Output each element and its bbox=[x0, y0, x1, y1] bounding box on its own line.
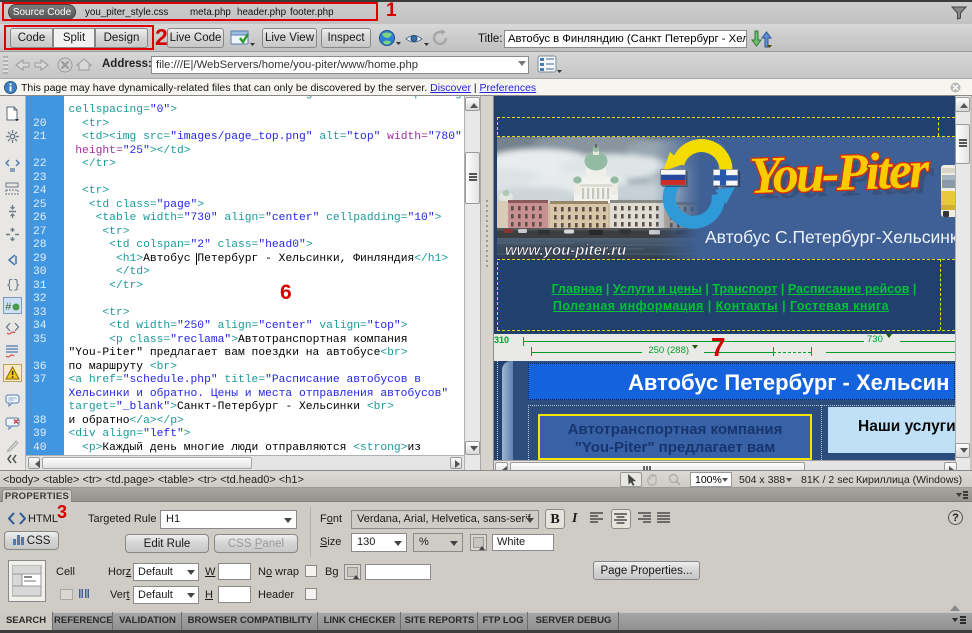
svg-text:www.you-piter.ru: www.you-piter.ru bbox=[505, 242, 626, 259]
svg-text:You-Piter: You-Piter bbox=[748, 142, 931, 205]
svg-text:{}: {} bbox=[6, 278, 20, 291]
svg-text:Автобус С.Петербург-Хельсинки: Автобус С.Петербург-Хельсинки bbox=[705, 227, 955, 247]
svg-text:#: # bbox=[5, 302, 12, 313]
